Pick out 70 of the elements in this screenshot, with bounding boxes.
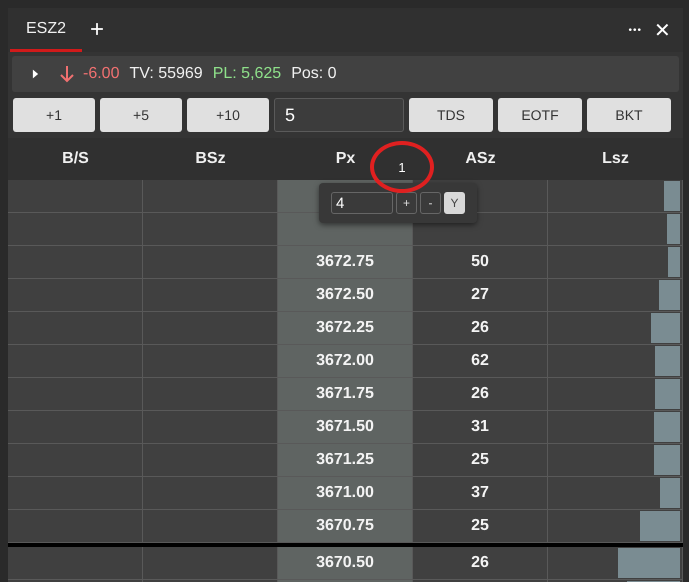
table-cell[interactable]: 50: [413, 246, 548, 279]
table-cell[interactable]: 26: [413, 378, 548, 411]
table-cell[interactable]: [8, 312, 143, 345]
table-cell[interactable]: [143, 444, 278, 477]
table-cell[interactable]: [143, 510, 278, 543]
price-cell: 3672.00: [278, 345, 413, 378]
column-header: B/S: [62, 150, 89, 168]
column-header: Px: [336, 150, 356, 168]
column-header: Lsz: [602, 150, 629, 168]
table-cell[interactable]: [143, 547, 278, 580]
table-cell[interactable]: [8, 411, 143, 444]
order-mode-button[interactable]: TDS: [409, 98, 493, 132]
annotation-circle: 1: [370, 141, 434, 193]
table-cell[interactable]: 25: [413, 444, 548, 477]
table-cell[interactable]: [143, 213, 278, 246]
add-tab-button[interactable]: +: [82, 8, 112, 52]
table-cell[interactable]: [8, 213, 143, 246]
price-cell: 3672.25: [278, 312, 413, 345]
popup-input-field[interactable]: 4: [331, 192, 393, 214]
quantity-field[interactable]: 5: [274, 98, 404, 132]
table-cell[interactable]: 37: [413, 477, 548, 510]
quantity-step-button[interactable]: +10: [187, 98, 269, 132]
stat-text: Pos: 0: [291, 65, 337, 83]
table-cell[interactable]: [143, 378, 278, 411]
table-cell[interactable]: [8, 547, 143, 580]
quantity-step-button[interactable]: +5: [100, 98, 182, 132]
popup-button[interactable]: +: [396, 192, 417, 214]
table-cell[interactable]: [8, 378, 143, 411]
table-cell[interactable]: [143, 345, 278, 378]
popup-button[interactable]: -: [420, 192, 441, 214]
quantity-step-button[interactable]: +1: [13, 98, 95, 132]
price-cell: 3671.75: [278, 378, 413, 411]
table-cell[interactable]: 26: [413, 312, 548, 345]
instrument-tab[interactable]: ESZ2: [10, 8, 82, 52]
table-cell[interactable]: [8, 279, 143, 312]
price-cell: 3671.00: [278, 477, 413, 510]
more-button[interactable]: •••: [622, 8, 648, 52]
close-button[interactable]: ✕: [648, 8, 677, 52]
price-cell: 3672.75: [278, 246, 413, 279]
stat-text: PL: 5,625: [212, 65, 282, 83]
table-cell[interactable]: 27: [413, 279, 548, 312]
table-cell[interactable]: [8, 345, 143, 378]
table-cell[interactable]: [143, 279, 278, 312]
table-cell[interactable]: 31: [413, 411, 548, 444]
stat-text: -6.00: [83, 65, 120, 83]
table-cell[interactable]: 26: [413, 547, 548, 580]
table-cell[interactable]: [143, 312, 278, 345]
expand-caret-icon[interactable]: [32, 69, 39, 79]
stat-text: TV: 55969: [129, 65, 203, 83]
table-cell[interactable]: [143, 246, 278, 279]
order-mode-button[interactable]: BKT: [587, 98, 671, 132]
table-cell[interactable]: [8, 510, 143, 543]
column-header: BSz: [195, 150, 226, 168]
table-cell[interactable]: [8, 444, 143, 477]
table-cell[interactable]: [143, 411, 278, 444]
price-cell: 3671.25: [278, 444, 413, 477]
table-cell[interactable]: [8, 246, 143, 279]
price-cell: 3670.75: [278, 510, 413, 543]
table-cell[interactable]: [143, 477, 278, 510]
price-cell: 3671.50: [278, 411, 413, 444]
column-header: ASz: [465, 150, 496, 168]
table-cell[interactable]: [143, 180, 278, 213]
popup-button[interactable]: Y: [444, 192, 465, 214]
table-cell[interactable]: [8, 477, 143, 510]
table-cell[interactable]: 62: [413, 345, 548, 378]
price-cell: 3670.50: [278, 547, 413, 580]
price-cell: 3672.50: [278, 279, 413, 312]
order-mode-button[interactable]: EOTF: [498, 98, 582, 132]
table-cell[interactable]: [8, 180, 143, 213]
table-cell[interactable]: 25: [413, 510, 548, 543]
